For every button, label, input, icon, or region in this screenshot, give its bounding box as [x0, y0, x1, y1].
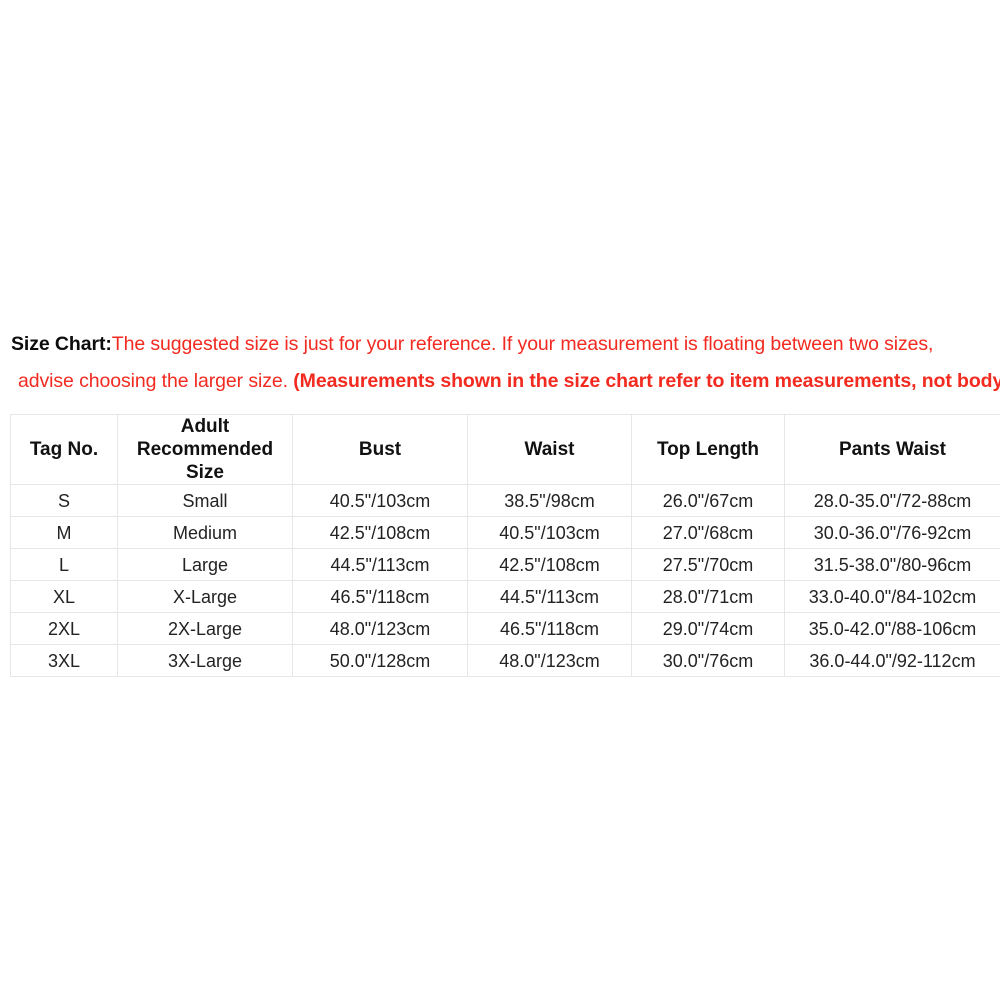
size-chart-label: Size Chart:: [11, 333, 112, 355]
table-row: L Large 44.5"/113cm 42.5"/108cm 27.5"/70…: [10, 548, 1000, 581]
table-row: S Small 40.5"/103cm 38.5"/98cm 26.0"/67c…: [10, 484, 1000, 517]
size-table-body: S Small 40.5"/103cm 38.5"/98cm 26.0"/67c…: [10, 484, 1000, 677]
cell-recommended: Small: [117, 484, 293, 517]
note-line-2-emphasis: (Measurements shown in the size chart re…: [293, 370, 1000, 392]
cell-tag: 2XL: [10, 612, 118, 645]
column-header-adult-recommended-size: Adult Recommended Size: [117, 414, 293, 485]
cell-pants-waist: 36.0-44.0"/92-112cm: [784, 644, 1000, 677]
cell-waist: 40.5"/103cm: [467, 516, 632, 549]
cell-pants-waist: 28.0-35.0"/72-88cm: [784, 484, 1000, 517]
table-row: XL X-Large 46.5"/118cm 44.5"/113cm 28.0"…: [10, 580, 1000, 613]
cell-waist: 44.5"/113cm: [467, 580, 632, 613]
cell-tag: M: [10, 516, 118, 549]
cell-top-length: 27.0"/68cm: [631, 516, 785, 549]
table-row: M Medium 42.5"/108cm 40.5"/103cm 27.0"/6…: [10, 516, 1000, 549]
column-header-waist: Waist: [467, 414, 632, 485]
cell-tag: L: [10, 548, 118, 581]
note-line-2: advise choosing the larger size. (Measur…: [0, 363, 1000, 400]
cell-pants-waist: 35.0-42.0"/88-106cm: [784, 612, 1000, 645]
cell-top-length: 29.0"/74cm: [631, 612, 785, 645]
column-header-tag-no: Tag No.: [10, 414, 118, 485]
cell-pants-waist: 30.0-36.0"/76-92cm: [784, 516, 1000, 549]
cell-bust: 48.0"/123cm: [292, 612, 468, 645]
column-header-top-length: Top Length: [631, 414, 785, 485]
cell-tag: XL: [10, 580, 118, 613]
cell-top-length: 26.0"/67cm: [631, 484, 785, 517]
table-header-row: Tag No. Adult Recommended Size Bust Wais…: [10, 414, 1000, 485]
cell-waist: 48.0"/123cm: [467, 644, 632, 677]
note-line-1: Size Chart:The suggested size is just fo…: [0, 326, 1000, 363]
table-row: 3XL 3X-Large 50.0"/128cm 48.0"/123cm 30.…: [10, 644, 1000, 677]
cell-bust: 42.5"/108cm: [292, 516, 468, 549]
cell-pants-waist: 33.0-40.0"/84-102cm: [784, 580, 1000, 613]
note-line-1-text: The suggested size is just for your refe…: [111, 333, 934, 355]
cell-bust: 44.5"/113cm: [292, 548, 468, 581]
size-chart-note: Size Chart:The suggested size is just fo…: [0, 326, 1000, 400]
size-table: Tag No. Adult Recommended Size Bust Wais…: [10, 414, 1000, 677]
column-header-pants-waist: Pants Waist: [784, 414, 1000, 485]
cell-recommended: 2X-Large: [117, 612, 293, 645]
cell-recommended: Large: [117, 548, 293, 581]
cell-top-length: 28.0"/71cm: [631, 580, 785, 613]
cell-waist: 38.5"/98cm: [467, 484, 632, 517]
table-row: 2XL 2X-Large 48.0"/123cm 46.5"/118cm 29.…: [10, 612, 1000, 645]
cell-bust: 46.5"/118cm: [292, 580, 468, 613]
cell-recommended: 3X-Large: [117, 644, 293, 677]
cell-recommended: Medium: [117, 516, 293, 549]
cell-bust: 40.5"/103cm: [292, 484, 468, 517]
column-header-bust: Bust: [292, 414, 468, 485]
cell-bust: 50.0"/128cm: [292, 644, 468, 677]
cell-recommended: X-Large: [117, 580, 293, 613]
cell-pants-waist: 31.5-38.0"/80-96cm: [784, 548, 1000, 581]
note-line-2-text: advise choosing the larger size.: [18, 370, 294, 392]
cell-waist: 42.5"/108cm: [467, 548, 632, 581]
size-table-container: Tag No. Adult Recommended Size Bust Wais…: [10, 414, 1000, 677]
size-chart-page: Size Chart:The suggested size is just fo…: [0, 0, 1000, 1000]
cell-top-length: 27.5"/70cm: [631, 548, 785, 581]
cell-top-length: 30.0"/76cm: [631, 644, 785, 677]
cell-tag: S: [10, 484, 118, 517]
cell-tag: 3XL: [10, 644, 118, 677]
size-table-head: Tag No. Adult Recommended Size Bust Wais…: [10, 414, 1000, 485]
cell-waist: 46.5"/118cm: [467, 612, 632, 645]
